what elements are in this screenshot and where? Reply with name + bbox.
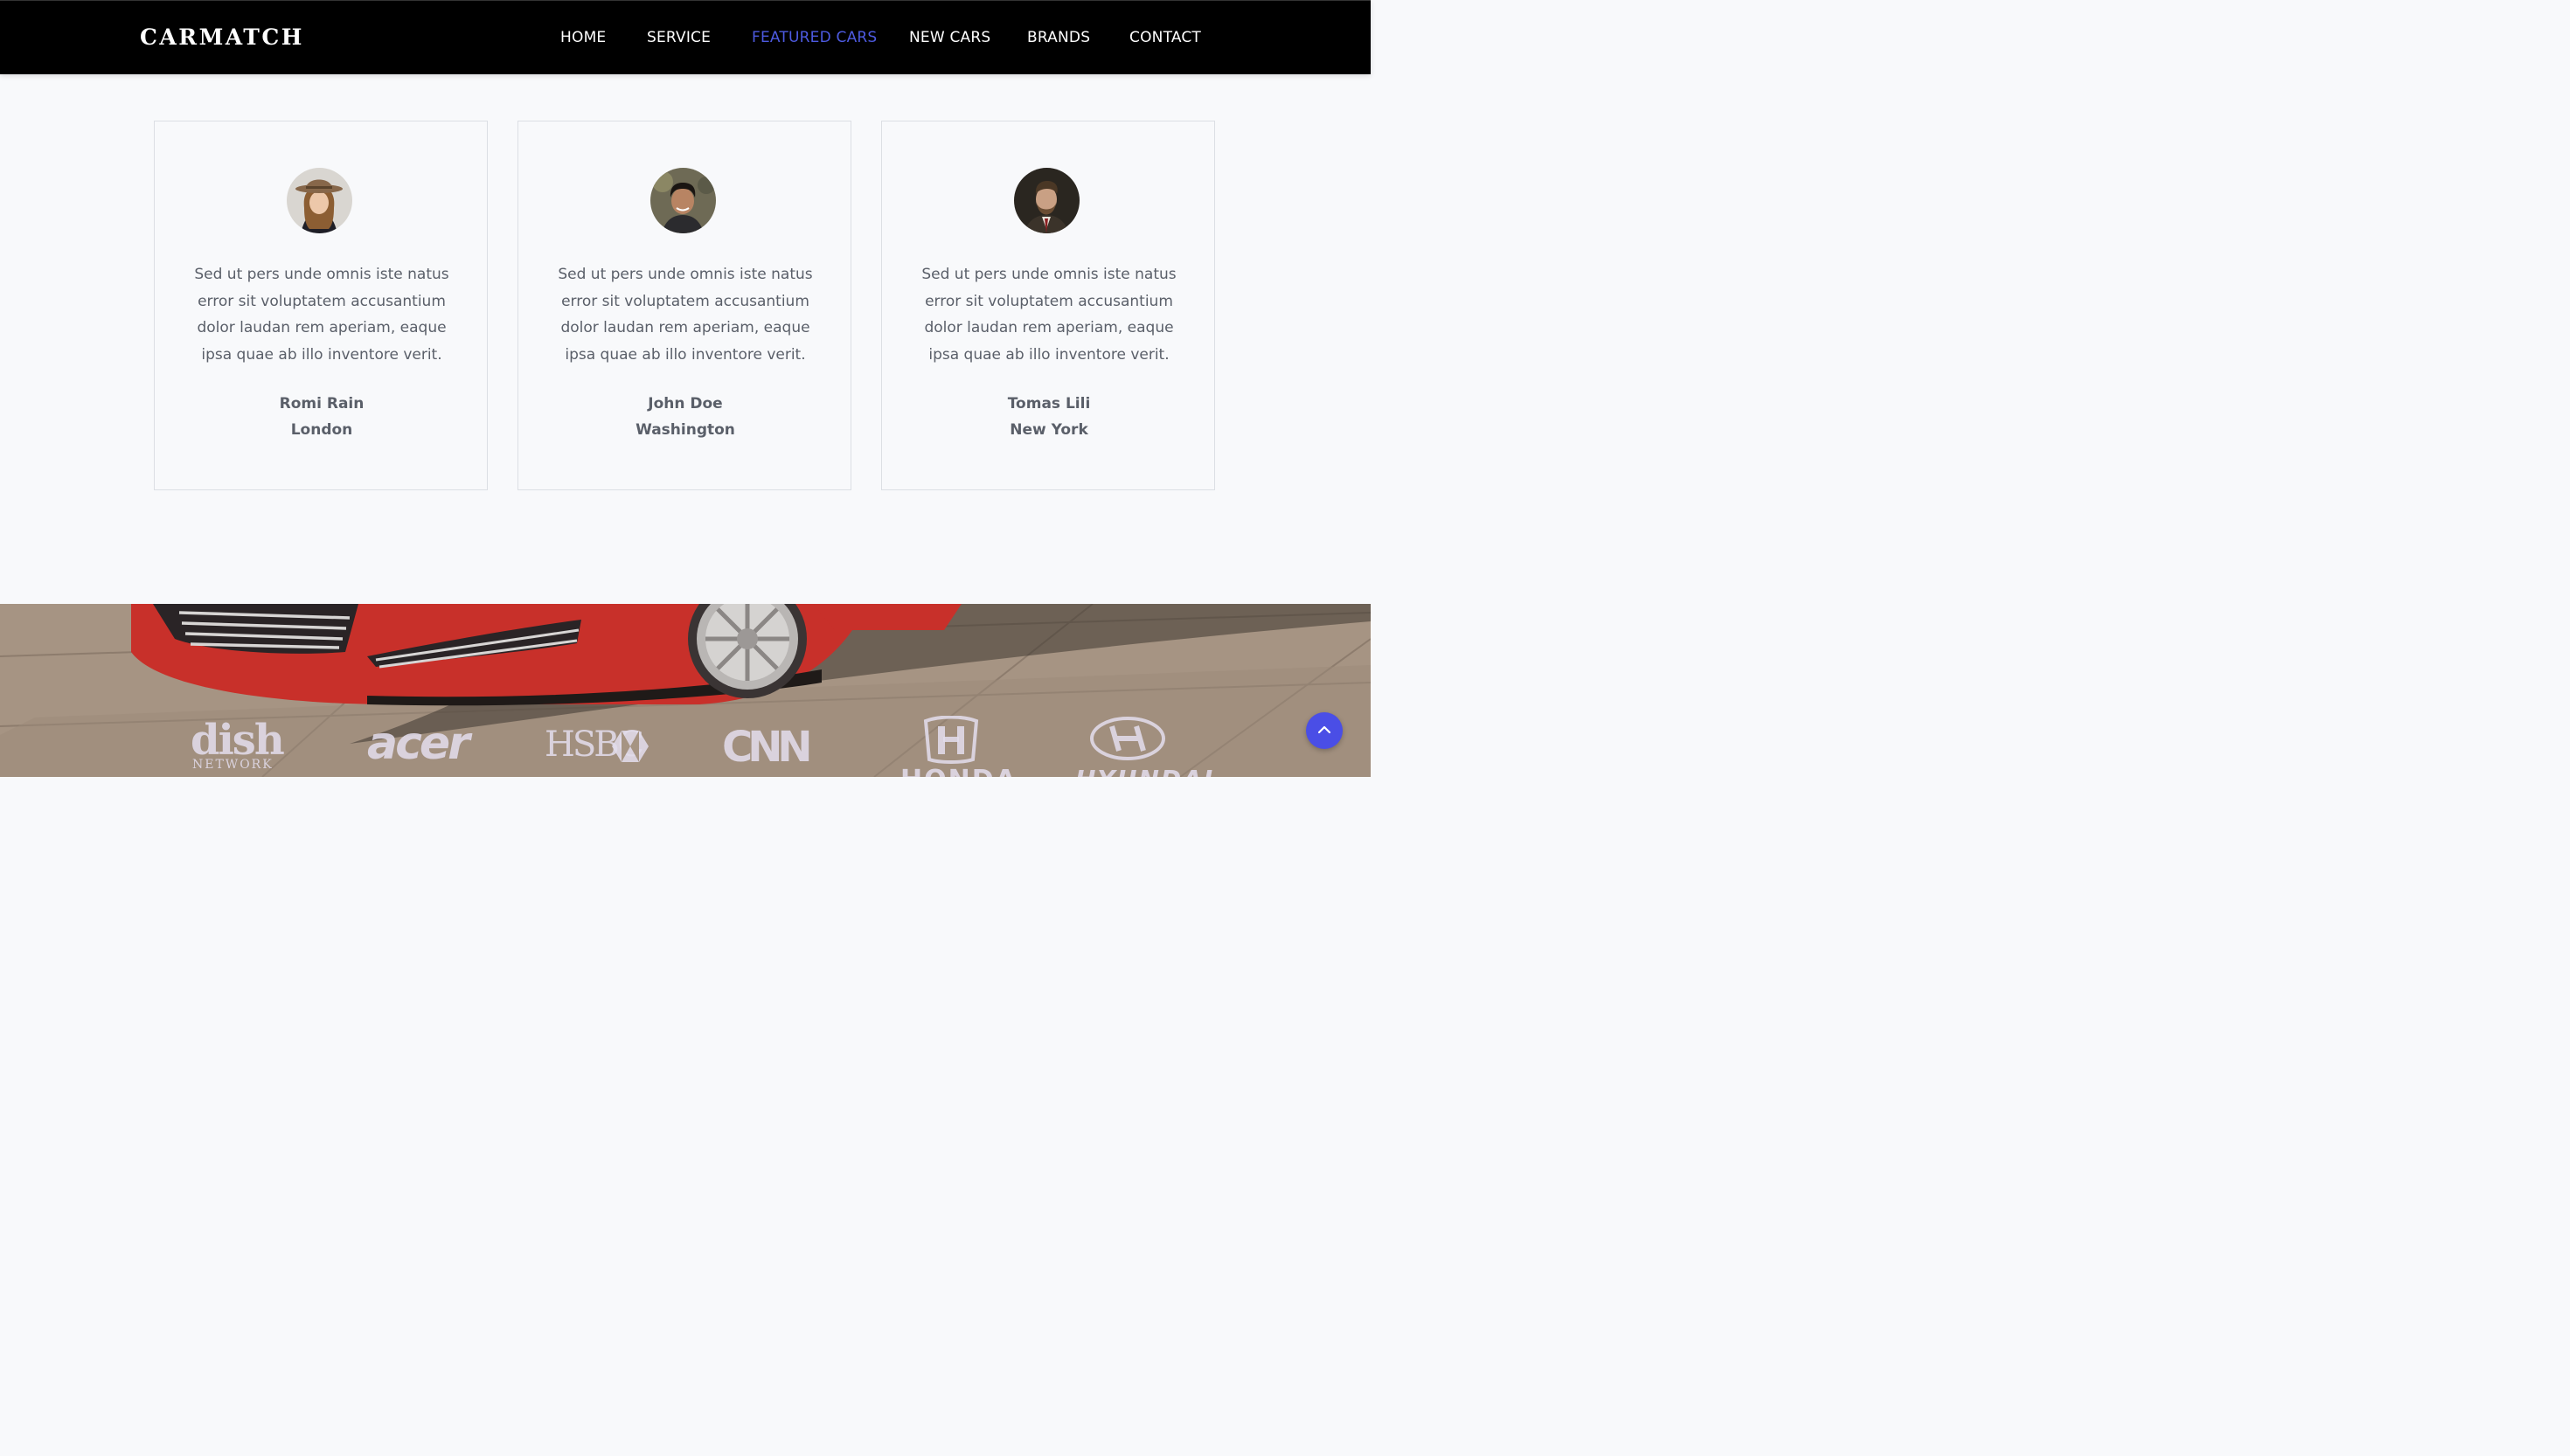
brand-logo[interactable]: CARMATCH <box>140 24 304 50</box>
avatar <box>287 168 352 233</box>
testimonial-name: Tomas Lili <box>1007 395 1091 413</box>
testimonial-card: Sed ut pers unde omnis iste natus error … <box>881 121 1215 490</box>
testimonial-name: John Doe <box>648 395 723 413</box>
cnn-logo: CNN <box>722 723 813 772</box>
testimonial-name: Romi Rain <box>279 395 365 413</box>
scroll-to-top-button[interactable] <box>1306 712 1343 749</box>
nav-item-contact[interactable]: CONTACT <box>1129 29 1201 46</box>
avatar <box>1014 168 1080 233</box>
honda-logo: HONDA <box>900 765 1018 777</box>
hyundai-icon <box>1090 717 1165 760</box>
brands-section: dish NETWORK acer HSBC CNN HONDA HYUNDAI <box>0 604 1371 777</box>
hsbc-hexagon-icon <box>612 731 649 762</box>
testimonial-card: Sed ut pers unde omnis iste natus error … <box>517 121 851 490</box>
testimonial-quote: Sed ut pers unde omnis iste natus error … <box>558 266 813 364</box>
testimonial-quote: Sed ut pers unde omnis iste natus error … <box>921 266 1177 364</box>
nav-item-featured-cars[interactable]: FEATURED CARS <box>752 29 877 46</box>
testimonial-city: New York <box>1010 421 1088 439</box>
avatar <box>650 168 716 233</box>
honda-icon <box>923 716 979 764</box>
top-navbar: CARMATCH HOME SERVICE FEATURED CARS NEW … <box>0 0 1371 74</box>
nav-item-new-cars[interactable]: NEW CARS <box>909 29 990 46</box>
testimonial-card: Sed ut pers unde omnis iste natus error … <box>154 121 488 490</box>
testimonial-quote: Sed ut pers unde omnis iste natus error … <box>194 266 449 364</box>
nav-item-home[interactable]: HOME <box>560 29 606 46</box>
testimonial-city: London <box>290 421 353 439</box>
nav-item-service[interactable]: SERVICE <box>647 29 711 46</box>
nav-item-brands[interactable]: BRANDS <box>1027 29 1090 46</box>
testimonial-city: Washington <box>636 421 735 439</box>
acer-logo: acer <box>367 718 470 770</box>
chevron-up-icon <box>1317 725 1331 734</box>
dish-network-subtitle: NETWORK <box>192 758 274 772</box>
hyundai-logo: HYUNDAI <box>1075 765 1214 777</box>
